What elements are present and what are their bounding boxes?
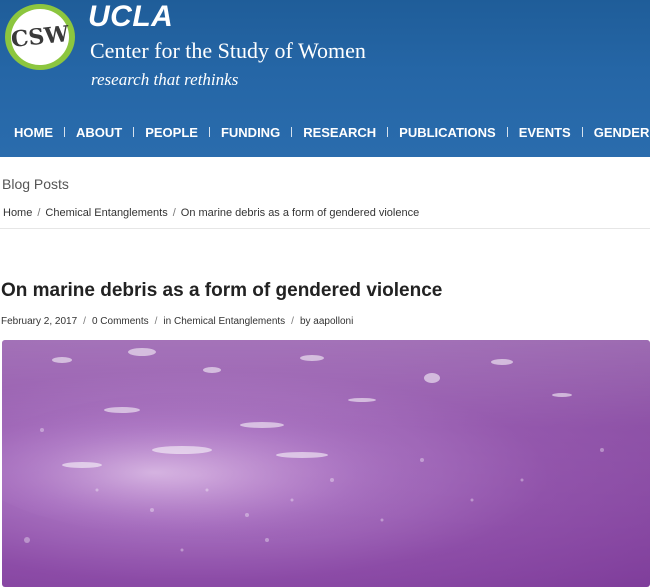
post-meta: February 2, 2017 / 0 Comments / in Chemical …: [1, 316, 353, 327]
site-title[interactable]: Center for the Study of Women: [90, 38, 366, 64]
nav-home[interactable]: HOME: [14, 125, 64, 140]
post-title[interactable]: On marine debris as a form of gendered v…: [1, 280, 442, 302]
post-comments-link[interactable]: 0 Comments: [92, 316, 149, 327]
post-date: February 2, 2017: [1, 316, 78, 327]
author-prefix: by: [299, 316, 311, 327]
ucla-wordmark[interactable]: UCLA: [88, 0, 173, 34]
meta-separator: /: [83, 316, 86, 327]
nav-events[interactable]: EVENTS: [519, 125, 582, 140]
post-author-link[interactable]: aapolloni: [313, 316, 353, 327]
nav-publications[interactable]: PUBLICATIONS: [399, 125, 507, 140]
nav-funding[interactable]: FUNDING: [221, 125, 291, 140]
page-section-title: Blog Posts: [2, 176, 69, 192]
meta-separator: /: [291, 316, 294, 327]
nav-gender-equity[interactable]: GENDER E: [594, 125, 650, 140]
breadcrumb-separator: /: [37, 207, 41, 219]
nav-separator: [208, 127, 210, 137]
category-prefix: in: [163, 316, 172, 327]
nav-separator: [291, 127, 293, 137]
site-tagline: research that rethinks: [91, 70, 239, 89]
breadcrumb-category[interactable]: Chemical Entanglements: [45, 207, 167, 219]
main-nav: HOME ABOUT PEOPLE FUNDING RESEARCH PUBLI…: [0, 122, 650, 142]
nav-separator: [387, 127, 389, 137]
nav-separator: [581, 127, 583, 137]
post-hero-image[interactable]: [2, 340, 650, 587]
nav-people[interactable]: PEOPLE: [145, 125, 209, 140]
breadcrumb-separator: /: [172, 207, 176, 219]
nav-separator: [64, 127, 65, 137]
nav-about[interactable]: ABOUT: [76, 125, 133, 140]
underwater-image: [2, 340, 650, 587]
divider: [0, 228, 650, 229]
breadcrumb: Home / Chemical Entanglements / On marine de…: [3, 207, 419, 219]
nav-separator: [133, 127, 135, 137]
meta-separator: /: [154, 316, 158, 327]
nav-research[interactable]: RESEARCH: [303, 125, 387, 140]
post-category-link[interactable]: Chemical Entanglements: [174, 316, 285, 327]
site-header: CSW UCLA Center for the Study of Women r…: [0, 0, 650, 157]
breadcrumb-current: On marine debris as a form of gendered v…: [180, 207, 420, 219]
breadcrumb-home[interactable]: Home: [3, 207, 32, 219]
nav-separator: [506, 127, 508, 137]
